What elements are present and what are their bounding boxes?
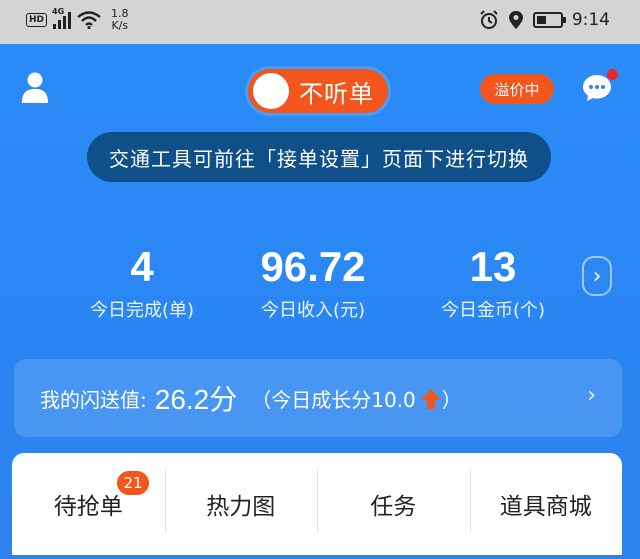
tab-label: 任务 [370,494,417,520]
network-speed: 1.8 K/s [111,7,129,32]
app-main: 不听单 溢价中 交通工具可前往「接单设置」页面下进行切换 4 今日完成(单) 9… [0,44,640,559]
order-listening-toggle[interactable]: 不听单 [248,69,388,113]
score-value: 26.2分 [154,384,238,415]
tab-label: 道具商城 [499,494,592,520]
stat-value: 96.72 [260,243,366,290]
stat-coins[interactable]: 13 今日金币(个) [403,244,583,322]
toggle-label: 不听单 [299,79,374,108]
arrow-up-icon [420,388,441,409]
tab-label: 热力图 [206,494,276,520]
tab-item-store[interactable]: 道具商城 [469,453,623,555]
tab-tasks[interactable]: 任务 [317,453,470,555]
score-label: 我的闪送值: [40,387,147,412]
toggle-knob [253,73,289,109]
tab-pending-orders[interactable]: 待抢单 21 [12,453,165,555]
signal-icon: 4G [52,7,72,29]
stat-label: 今日收入(元) [260,300,366,321]
notification-dot [607,69,618,80]
alarm-icon [480,10,498,29]
message-button[interactable] [582,69,618,103]
shansong-score-bar[interactable]: 我的闪送值: 26.2分 （今日成长分10.0） › [14,359,622,437]
location-icon [508,11,523,29]
premium-badge[interactable]: 溢价中 [480,74,554,104]
status-right: 9:14 [479,10,610,30]
user-profile-icon[interactable] [22,72,48,104]
tab-heatmap[interactable]: 热力图 [164,453,318,555]
stat-value: 4 [130,243,154,290]
stat-value: 13 [469,243,517,290]
status-left: HD 4G 1.8 K/s [26,7,129,32]
pending-count-badge: 21 [117,471,149,495]
stat-income[interactable]: 96.72 今日收入(元) [223,244,403,322]
tab-label: 待抢单 [53,494,123,520]
status-bar: HD 4G 1.8 K/s 9:14 [0,0,640,44]
clock: 9:14 [571,10,610,30]
chevron-right-icon: › [587,383,596,408]
stat-completed[interactable]: 4 今日完成(单) [52,244,232,322]
vehicle-switch-tooltip: 交通工具可前往「接单设置」页面下进行切换 [87,132,551,182]
chevron-right-icon: › [592,263,602,289]
battery-icon [532,12,566,28]
wifi-icon [77,11,101,29]
bottom-tab-bar: 待抢单 21 热力图 任务 道具商城 [12,453,622,555]
hd-icon: HD [26,13,48,27]
stat-label: 今日完成(单) [89,300,195,321]
stat-label: 今日金币(个) [440,300,546,321]
daily-growth: （今日成长分10.0） [251,387,462,412]
stats-more-button[interactable]: › [582,256,612,296]
